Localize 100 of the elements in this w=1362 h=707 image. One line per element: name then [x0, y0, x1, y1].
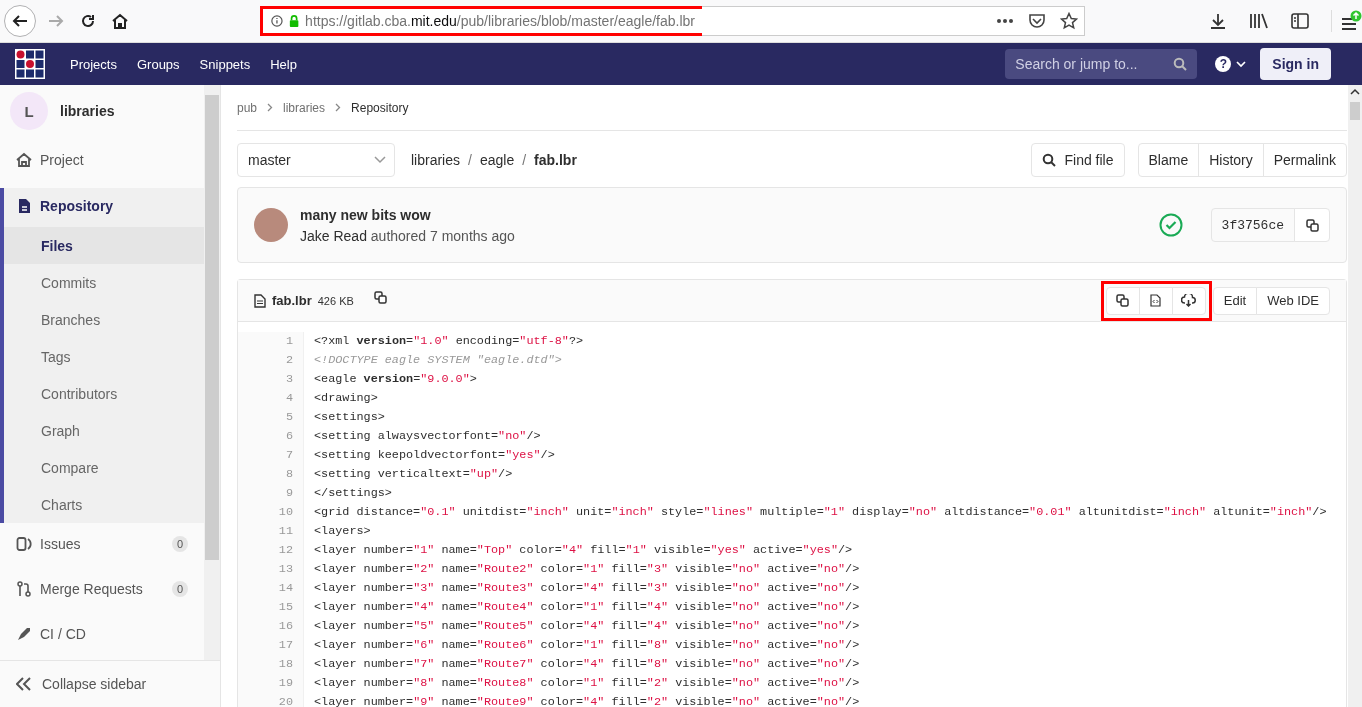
- sidebar-item[interactable]: Merge Requests 0: [0, 572, 204, 606]
- sidebar-item[interactable]: Issues 0: [0, 527, 204, 561]
- issues-icon: [16, 536, 32, 552]
- scroll-up-icon[interactable]: [1350, 88, 1360, 96]
- avatar-placeholder: [254, 208, 288, 242]
- commit-meta: authored 7 months ago: [370, 227, 515, 244]
- document-icon: [16, 197, 32, 214]
- logo-icon[interactable]: [15, 49, 45, 79]
- file-action-button[interactable]: History: [1198, 143, 1264, 177]
- search-icon: [1173, 57, 1188, 71]
- code-line: <grid distance="0.1" unitdist="inch" unit="inch" style="lines" multiple="1" display="no" altdistance="0.01" altunitdist="inch" altunit="inch"/>: [314, 504, 1327, 521]
- reload-icon: [80, 13, 96, 29]
- code-line: <setting verticaltext="up"/>: [314, 466, 514, 483]
- code-line: <setting keepoldvectorfont="yes"/>: [314, 447, 556, 464]
- caret-icon: [1236, 60, 1247, 68]
- code-line: <?xml version="1.0" encoding="utf-8"?>: [314, 333, 585, 350]
- download-button[interactable]: [1171, 286, 1206, 315]
- scrollbar-thumb[interactable]: [1350, 102, 1360, 120]
- more-icon[interactable]: [996, 18, 1014, 24]
- sidebar-subitem[interactable]: Graph: [4, 412, 204, 449]
- path-link[interactable]: fab.lbr: [534, 152, 577, 168]
- breadcrumb-link[interactable]: pub: [237, 100, 258, 115]
- count-badge: 0: [171, 581, 188, 597]
- sidebar-item[interactable]: Repository: [4, 188, 204, 223]
- copy-icon: [1116, 294, 1130, 307]
- code-line: <settings>: [314, 409, 386, 426]
- file-action-button[interactable]: Blame: [1137, 143, 1200, 177]
- find-file-button[interactable]: Find file: [1031, 143, 1125, 177]
- home-icon: [111, 12, 129, 30]
- file-action-button[interactable]: Permalink: [1262, 143, 1347, 177]
- file-edit-button[interactable]: Web IDE: [1256, 286, 1330, 315]
- file-icon: [254, 293, 266, 308]
- sidebar-subitem[interactable]: Commits: [4, 264, 204, 301]
- sign-in-button[interactable]: Sign in: [1260, 48, 1331, 80]
- code-line: <layer number="9" name="Route9" color="4" fill="2" visible="no" active="no"/>: [314, 694, 861, 707]
- sidebar-subitem[interactable]: Compare: [4, 449, 204, 486]
- code-line: <setting alwaysvectorfont="no"/>: [314, 428, 542, 445]
- path-link[interactable]: eagle: [479, 152, 515, 168]
- path-link[interactable]: libraries: [411, 152, 460, 168]
- sidebar-subitem[interactable]: Branches: [4, 301, 204, 338]
- code-line: <layer number="3" name="Route3" color="4" fill="3" visible="no" active="no"/>: [314, 580, 861, 597]
- lock-icon: [288, 14, 300, 28]
- sidebar-item[interactable]: CI / CD: [0, 617, 204, 651]
- sidebar-subitem[interactable]: Tags: [4, 338, 204, 375]
- commit-sha[interactable]: 3f3756ce: [1210, 208, 1295, 242]
- breadcrumb-link[interactable]: Repository: [351, 100, 409, 115]
- raw-file-button[interactable]: [1138, 286, 1173, 315]
- code-line: <!DOCTYPE eagle SYSTEM "eagle.dtd">: [314, 352, 563, 369]
- path-separator: /: [468, 152, 472, 168]
- code-line: </settings>: [314, 485, 393, 502]
- project-avatar[interactable]: L: [10, 92, 48, 130]
- sidebar-scrollbar[interactable]: [204, 85, 220, 660]
- chevron-icon: [335, 103, 342, 112]
- merge-request-icon: [16, 581, 32, 597]
- path-separator: /: [522, 152, 527, 168]
- page-scrollbar[interactable]: [1348, 85, 1362, 707]
- sidebar-item[interactable]: Project: [0, 143, 204, 177]
- download-icon[interactable]: [1209, 12, 1227, 30]
- sidebar-subitem[interactable]: Contributors: [4, 375, 204, 412]
- sidebar-subitem[interactable]: Charts: [4, 486, 204, 523]
- scrollbar-thumb[interactable]: [205, 95, 219, 560]
- check-icon[interactable]: [1158, 213, 1183, 237]
- nav-link[interactable]: Help: [270, 56, 297, 72]
- sidebar-subitem[interactable]: Files: [4, 227, 204, 264]
- search-icon: [1042, 153, 1057, 167]
- menu-icon[interactable]: [1331, 10, 1362, 32]
- count-badge: 0: [171, 536, 188, 552]
- code-line: <layers>: [314, 523, 372, 540]
- search-field[interactable]: Search or jump to...: [1005, 49, 1198, 79]
- nav-link[interactable]: Snippets: [199, 56, 251, 72]
- pocket-icon[interactable]: [1028, 13, 1046, 29]
- cloud-download-icon: [1181, 294, 1197, 307]
- branch-dropdown[interactable]: master: [237, 143, 395, 177]
- star-icon[interactable]: [1060, 12, 1078, 30]
- breadcrumb-link[interactable]: libraries: [283, 100, 326, 115]
- copy-button[interactable]: [1294, 208, 1330, 242]
- copy-button[interactable]: [1105, 286, 1140, 315]
- code-line: <layer number="5" name="Route5" color="4" fill="4" visible="no" active="no"/>: [314, 618, 861, 635]
- code-line: <layer number="7" name="Route7" color="4" fill="8" visible="no" active="no"/>: [314, 656, 861, 673]
- copy-icon: [1305, 218, 1319, 232]
- project-name[interactable]: libraries: [60, 103, 115, 119]
- file-size: 426 KB: [317, 294, 354, 307]
- library-icon[interactable]: [1249, 12, 1269, 30]
- code-line: <layer number="2" name="Route2" color="1" fill="3" visible="no" active="no"/>: [314, 561, 861, 578]
- info-icon: [271, 14, 283, 28]
- copy-icon[interactable]: [373, 291, 387, 304]
- nav-link[interactable]: Projects: [70, 56, 117, 72]
- double-chevron-icon: [16, 677, 32, 691]
- file-name: fab.lbr: [272, 293, 312, 308]
- code-line: <layer number="1" name="Top" color="4" fill="1" visible="yes" active="yes"/>: [314, 542, 854, 559]
- commit-title[interactable]: many new bits wow: [300, 206, 515, 223]
- code-line: <layer number="4" name="Route4" color="1" fill="4" visible="no" active="no"/>: [314, 599, 861, 616]
- sidebar-icon[interactable]: [1291, 13, 1309, 29]
- code-line: <eagle version="9.0.0">: [314, 371, 478, 388]
- house-icon: [16, 152, 32, 168]
- code-line: <drawing>: [314, 390, 379, 407]
- back-button[interactable]: [4, 5, 36, 37]
- file-edit-button[interactable]: Edit: [1212, 286, 1258, 315]
- author-link[interactable]: Jake Read: [300, 227, 367, 244]
- nav-link[interactable]: Groups: [136, 56, 180, 72]
